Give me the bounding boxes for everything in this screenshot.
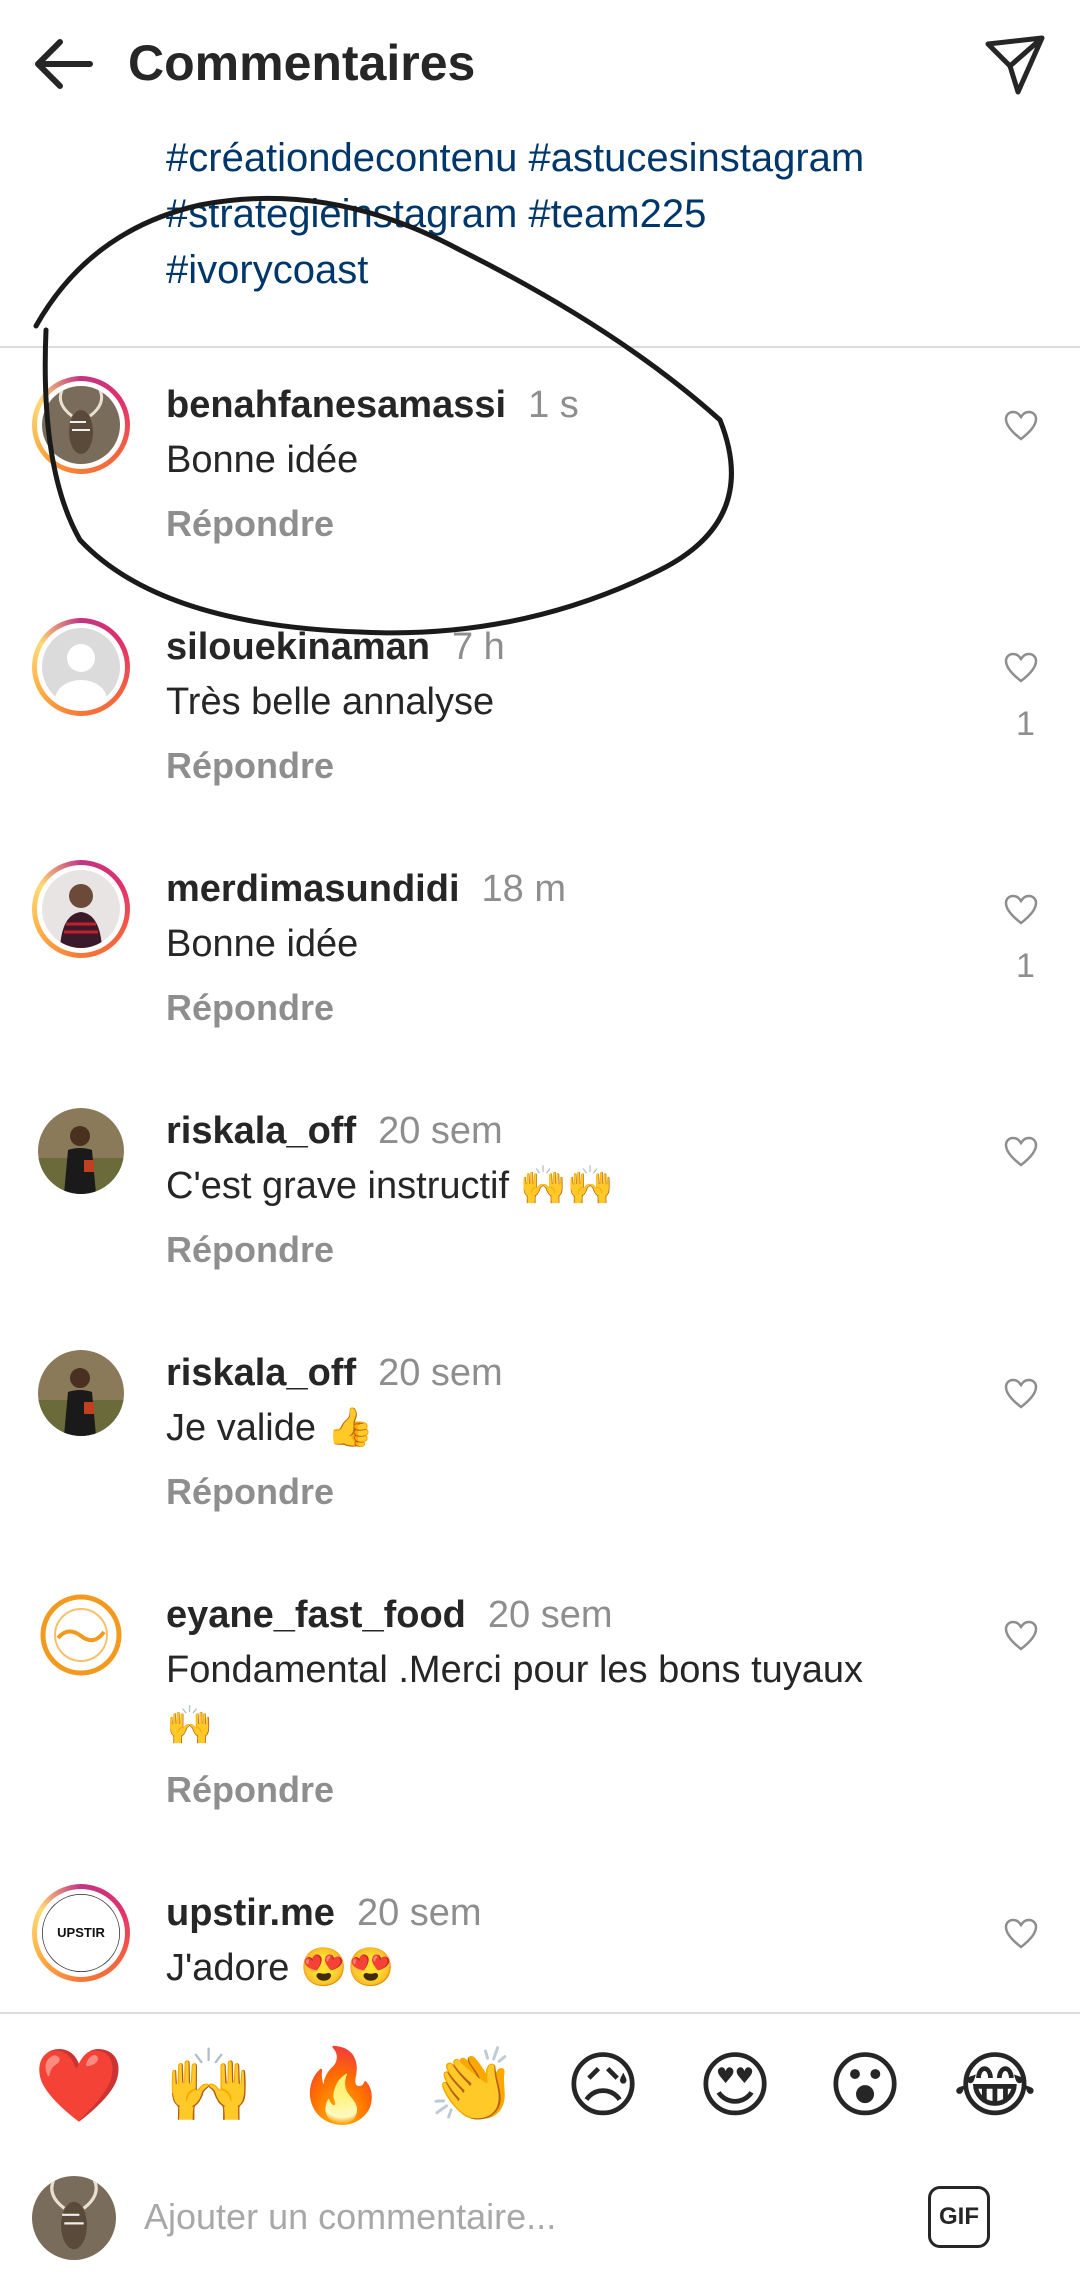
comment-time: 1 s [528, 384, 579, 426]
emoji-button-clapping[interactable]: 👏 [428, 2040, 518, 2130]
gif-button[interactable]: GIF [928, 2186, 990, 2248]
comment-time: 20 sem [378, 1110, 503, 1152]
reply-button[interactable]: Répondre [166, 1468, 334, 1516]
avatar[interactable] [38, 1108, 124, 1194]
comment-text: C'est grave instructif 🙌🙌 [166, 1165, 615, 1207]
heart-icon[interactable] [1004, 1918, 1038, 1950]
comment-username[interactable]: upstir.me 20 sem [166, 1888, 482, 1938]
avatar[interactable] [38, 1592, 124, 1678]
reply-button[interactable]: Répondre [166, 1766, 334, 1814]
username-text[interactable]: eyane_fast_food [166, 1594, 466, 1636]
heart-icon[interactable] [1004, 1378, 1038, 1410]
reply-button[interactable]: Répondre [166, 984, 334, 1032]
comment-username[interactable]: riskala_off 20 sem [166, 1348, 503, 1398]
comment-text: Bonne idée [166, 923, 359, 965]
heart-icon[interactable] [1004, 1620, 1038, 1652]
post-caption: #créationdecontenu #astucesinstagram #st… [166, 130, 1026, 298]
kudu-avatar-image [42, 386, 120, 464]
emoji-button-heart-eyes[interactable]: 😍 [690, 2040, 780, 2130]
paper-plane-icon[interactable] [982, 32, 1048, 98]
heart-icon[interactable] [1004, 652, 1038, 684]
heart-icon[interactable] [1004, 1136, 1038, 1168]
hashtag-line[interactable]: #ivorycoast [166, 242, 1026, 298]
avatar[interactable] [32, 376, 130, 474]
avatar[interactable] [32, 860, 130, 958]
emoji-quick-bar: ❤️ 🙌 🔥 👏 😥 😍 😮 😂 [0, 2012, 1080, 2154]
username-text[interactable]: upstir.me [166, 1892, 335, 1934]
hashtag-line[interactable]: #strategieinstagram #team225 [166, 186, 1026, 242]
page-title: Commentaires [128, 35, 476, 91]
comment-text: Fondamental .Merci pour les bons tuyaux🙌 [166, 1649, 864, 1747]
comment-input[interactable]: Ajouter un commentaire... [144, 2192, 556, 2242]
reply-button[interactable]: Répondre [166, 742, 334, 790]
heart-icon[interactable] [1004, 894, 1038, 926]
avatar [32, 2176, 116, 2260]
username-text[interactable]: merdimasundidi [166, 868, 460, 910]
avatar-logo-text: UPSTIR [57, 1925, 105, 1940]
comment-time: 18 m [481, 868, 566, 910]
comment-text: Très belle annalyse [166, 681, 495, 723]
comment-time: 20 sem [487, 1594, 613, 1636]
username-text[interactable]: riskala_off [166, 1110, 356, 1152]
comment-time: 7 h [451, 626, 505, 668]
emoji-button-laughing[interactable]: 😂 [950, 2040, 1040, 2130]
comment-text: Bonne idée [166, 439, 359, 481]
default-avatar-image [42, 628, 120, 706]
hashtag-line[interactable]: #créationdecontenu #astucesinstagram [166, 130, 1026, 186]
comment-username[interactable]: riskala_off 20 sem [166, 1106, 503, 1156]
comment-username[interactable]: eyane_fast_food 20 sem [166, 1590, 613, 1640]
comment-username[interactable]: benahfanesamassi 1 s [166, 380, 579, 430]
avatar[interactable] [38, 1350, 124, 1436]
comment-username[interactable]: merdimasundidi 18 m [166, 864, 566, 914]
emoji-button-raising-hands[interactable]: 🙌 [164, 2040, 254, 2130]
person-avatar-image [42, 870, 120, 948]
top-bar: Commentaires [0, 0, 1080, 128]
kudu-avatar-image [32, 2176, 116, 2260]
heart-icon[interactable] [1004, 410, 1038, 442]
emoji-button-surprised[interactable]: 😮 [820, 2040, 910, 2130]
emoji-button-heart[interactable]: ❤️ [34, 2040, 124, 2130]
person-avatar-image [38, 1350, 124, 1436]
person-avatar-image [38, 1108, 124, 1194]
username-text[interactable]: silouekinaman [166, 626, 430, 668]
comment-text: J'adore 😍😍 [166, 1947, 395, 1989]
comment-text: Je valide 👍 [166, 1407, 374, 1449]
like-count[interactable]: 1 [1016, 946, 1035, 986]
emoji-button-fire[interactable]: 🔥 [296, 2040, 386, 2130]
arrow-left-icon[interactable] [30, 34, 96, 94]
username-text[interactable]: riskala_off [166, 1352, 356, 1394]
divider [0, 346, 1080, 348]
comment-username[interactable]: silouekinaman 7 h [166, 622, 505, 672]
eyane-logo-avatar-image [38, 1592, 124, 1678]
comment-time: 20 sem [378, 1352, 503, 1394]
avatar[interactable]: UPSTIR [32, 1884, 130, 1982]
comment-composer: Ajouter un commentaire... GIF [0, 2152, 1080, 2283]
comment-time: 20 sem [356, 1892, 482, 1934]
reply-button[interactable]: Répondre [166, 500, 334, 548]
username-text[interactable]: benahfanesamassi [166, 384, 506, 426]
reply-button[interactable]: Répondre [166, 1226, 334, 1274]
avatar[interactable] [32, 618, 130, 716]
emoji-button-sad[interactable]: 😥 [558, 2040, 648, 2130]
like-count[interactable]: 1 [1016, 704, 1035, 744]
